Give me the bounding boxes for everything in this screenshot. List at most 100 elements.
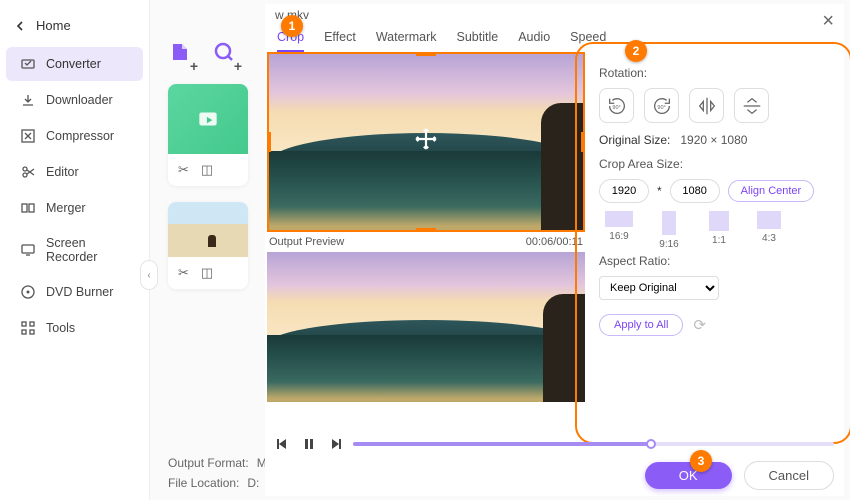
sidebar-item-editor[interactable]: Editor — [6, 155, 143, 189]
flip-horizontal-button[interactable] — [689, 88, 724, 123]
grid-icon — [20, 320, 36, 336]
card-actions-1: ✂ ◫ — [168, 154, 248, 186]
tab-audio[interactable]: Audio — [518, 30, 550, 52]
reset-icon[interactable]: ⟳ — [693, 316, 706, 334]
scissors-icon — [20, 164, 36, 180]
move-icon[interactable] — [413, 126, 439, 158]
add-file-button[interactable]: + — [168, 40, 192, 70]
sidebar-item-merger[interactable]: Merger — [6, 191, 143, 225]
sidebar-item-label: Downloader — [46, 93, 113, 107]
video-thumb-2 — [168, 202, 248, 257]
sidebar-item-label: Merger — [46, 201, 86, 215]
apply-to-all-button[interactable]: Apply to All — [599, 314, 683, 336]
sidebar-list: Converter Downloader Compressor Editor M… — [0, 47, 149, 345]
cut-icon[interactable]: ✂ — [178, 265, 189, 281]
seek-fill — [353, 442, 651, 446]
crop-width-input[interactable] — [599, 179, 649, 203]
cut-icon[interactable]: ✂ — [178, 162, 189, 178]
crop-height-input[interactable] — [670, 179, 720, 203]
seek-track[interactable] — [353, 442, 834, 446]
collapse-handle[interactable]: ‹ — [140, 260, 158, 290]
output-preview — [267, 252, 585, 402]
next-frame-button[interactable] — [327, 436, 343, 452]
edit-modal: w mkv × Crop Effect Watermark Subtitle A… — [265, 4, 844, 496]
sidebar-item-label: Tools — [46, 321, 75, 335]
time-display: 00:06/00:11 — [526, 236, 583, 248]
output-format-label: Output Format: — [168, 456, 249, 470]
back-icon — [14, 20, 26, 32]
prev-frame-button[interactable] — [275, 436, 291, 452]
converter-icon — [20, 56, 36, 72]
file-location-value: D: — [247, 476, 259, 490]
aspect-ratio-select[interactable]: Keep Original — [599, 276, 719, 300]
crop-icon[interactable]: ◫ — [201, 265, 213, 281]
merge-icon — [20, 200, 36, 216]
crop-handle-top[interactable] — [416, 52, 436, 56]
download-icon — [20, 92, 36, 108]
rotate-ccw-button[interactable]: 90° — [644, 88, 679, 123]
disc-icon — [20, 284, 36, 300]
output-preview-label: Output Preview — [269, 236, 344, 248]
tab-subtitle[interactable]: Subtitle — [456, 30, 498, 52]
tab-effect[interactable]: Effect — [324, 30, 356, 52]
crop-preview[interactable] — [267, 52, 585, 232]
sidebar-item-label: Screen Recorder — [46, 236, 129, 264]
original-size-label: Original Size: — [599, 133, 670, 147]
plus-icon: + — [190, 58, 198, 74]
bottom-fields: Output Format:M File Location:D: — [168, 456, 267, 490]
plus-icon: + — [234, 58, 242, 74]
modal-footer: OK Cancel — [267, 436, 842, 492]
crop-settings-panel: Rotation: 90° 90° Original Size: 1920 × … — [585, 52, 842, 434]
sidebar-item-tools[interactable]: Tools — [6, 311, 143, 345]
flip-vertical-button[interactable] — [734, 88, 769, 123]
aspect-ratio-label: Aspect Ratio: — [599, 254, 828, 268]
tab-bar: Crop Effect Watermark Subtitle Audio Spe… — [265, 4, 844, 54]
home-label: Home — [36, 18, 71, 33]
media-card-2[interactable]: ✂ ◫ — [168, 202, 248, 289]
sidebar-item-downloader[interactable]: Downloader — [6, 83, 143, 117]
crop-handle-left[interactable] — [267, 132, 271, 152]
crop-separator: * — [657, 184, 662, 198]
original-size-value: 1920 × 1080 — [680, 133, 747, 147]
crop-icon[interactable]: ◫ — [201, 162, 213, 178]
preview-pane: Output Preview 00:06/00:11 — [267, 52, 585, 434]
svg-text:90°: 90° — [657, 104, 665, 110]
rotation-label: Rotation: — [599, 66, 828, 80]
screen-icon — [20, 242, 36, 258]
add-online-button[interactable]: + — [212, 40, 236, 70]
sidebar: Home Converter Downloader Compressor Edi… — [0, 0, 150, 500]
cancel-button[interactable]: Cancel — [744, 461, 834, 490]
aspect-preset-row: 16:9 9:16 1:1 4:3 — [599, 211, 828, 250]
sidebar-item-label: Converter — [46, 57, 101, 71]
pause-button[interactable] — [301, 436, 317, 452]
ok-button[interactable]: OK — [645, 462, 732, 489]
sidebar-item-label: Compressor — [46, 129, 114, 143]
callout-2: 2 — [625, 40, 647, 62]
compress-icon — [20, 128, 36, 144]
preset-4-3[interactable]: 4:3 — [749, 211, 789, 250]
callout-3: 3 — [690, 450, 712, 472]
sidebar-item-compressor[interactable]: Compressor — [6, 119, 143, 153]
sidebar-item-dvd-burner[interactable]: DVD Burner — [6, 275, 143, 309]
sidebar-item-label: DVD Burner — [46, 285, 113, 299]
rotate-cw-button[interactable]: 90° — [599, 88, 634, 123]
media-card-1[interactable]: ✂ ◫ — [168, 84, 248, 186]
callout-1: 1 — [281, 15, 303, 37]
preset-9-16[interactable]: 9:16 — [649, 211, 689, 250]
file-location-label: File Location: — [168, 476, 239, 490]
sidebar-item-screen-recorder[interactable]: Screen Recorder — [6, 227, 143, 273]
card-actions-2: ✂ ◫ — [168, 257, 248, 289]
align-center-button[interactable]: Align Center — [728, 180, 815, 202]
tab-speed[interactable]: Speed — [570, 30, 606, 52]
svg-text:90°: 90° — [612, 104, 620, 110]
preset-16-9[interactable]: 16:9 — [599, 211, 639, 250]
tab-watermark[interactable]: Watermark — [376, 30, 437, 52]
seek-knob[interactable] — [646, 439, 656, 449]
sidebar-item-converter[interactable]: Converter — [6, 47, 143, 81]
video-thumb-1 — [168, 84, 248, 154]
preset-1-1[interactable]: 1:1 — [699, 211, 739, 250]
crop-handle-bottom[interactable] — [416, 228, 436, 232]
crop-area-label: Crop Area Size: — [599, 157, 828, 171]
home-link[interactable]: Home — [0, 12, 149, 47]
sidebar-item-label: Editor — [46, 165, 79, 179]
